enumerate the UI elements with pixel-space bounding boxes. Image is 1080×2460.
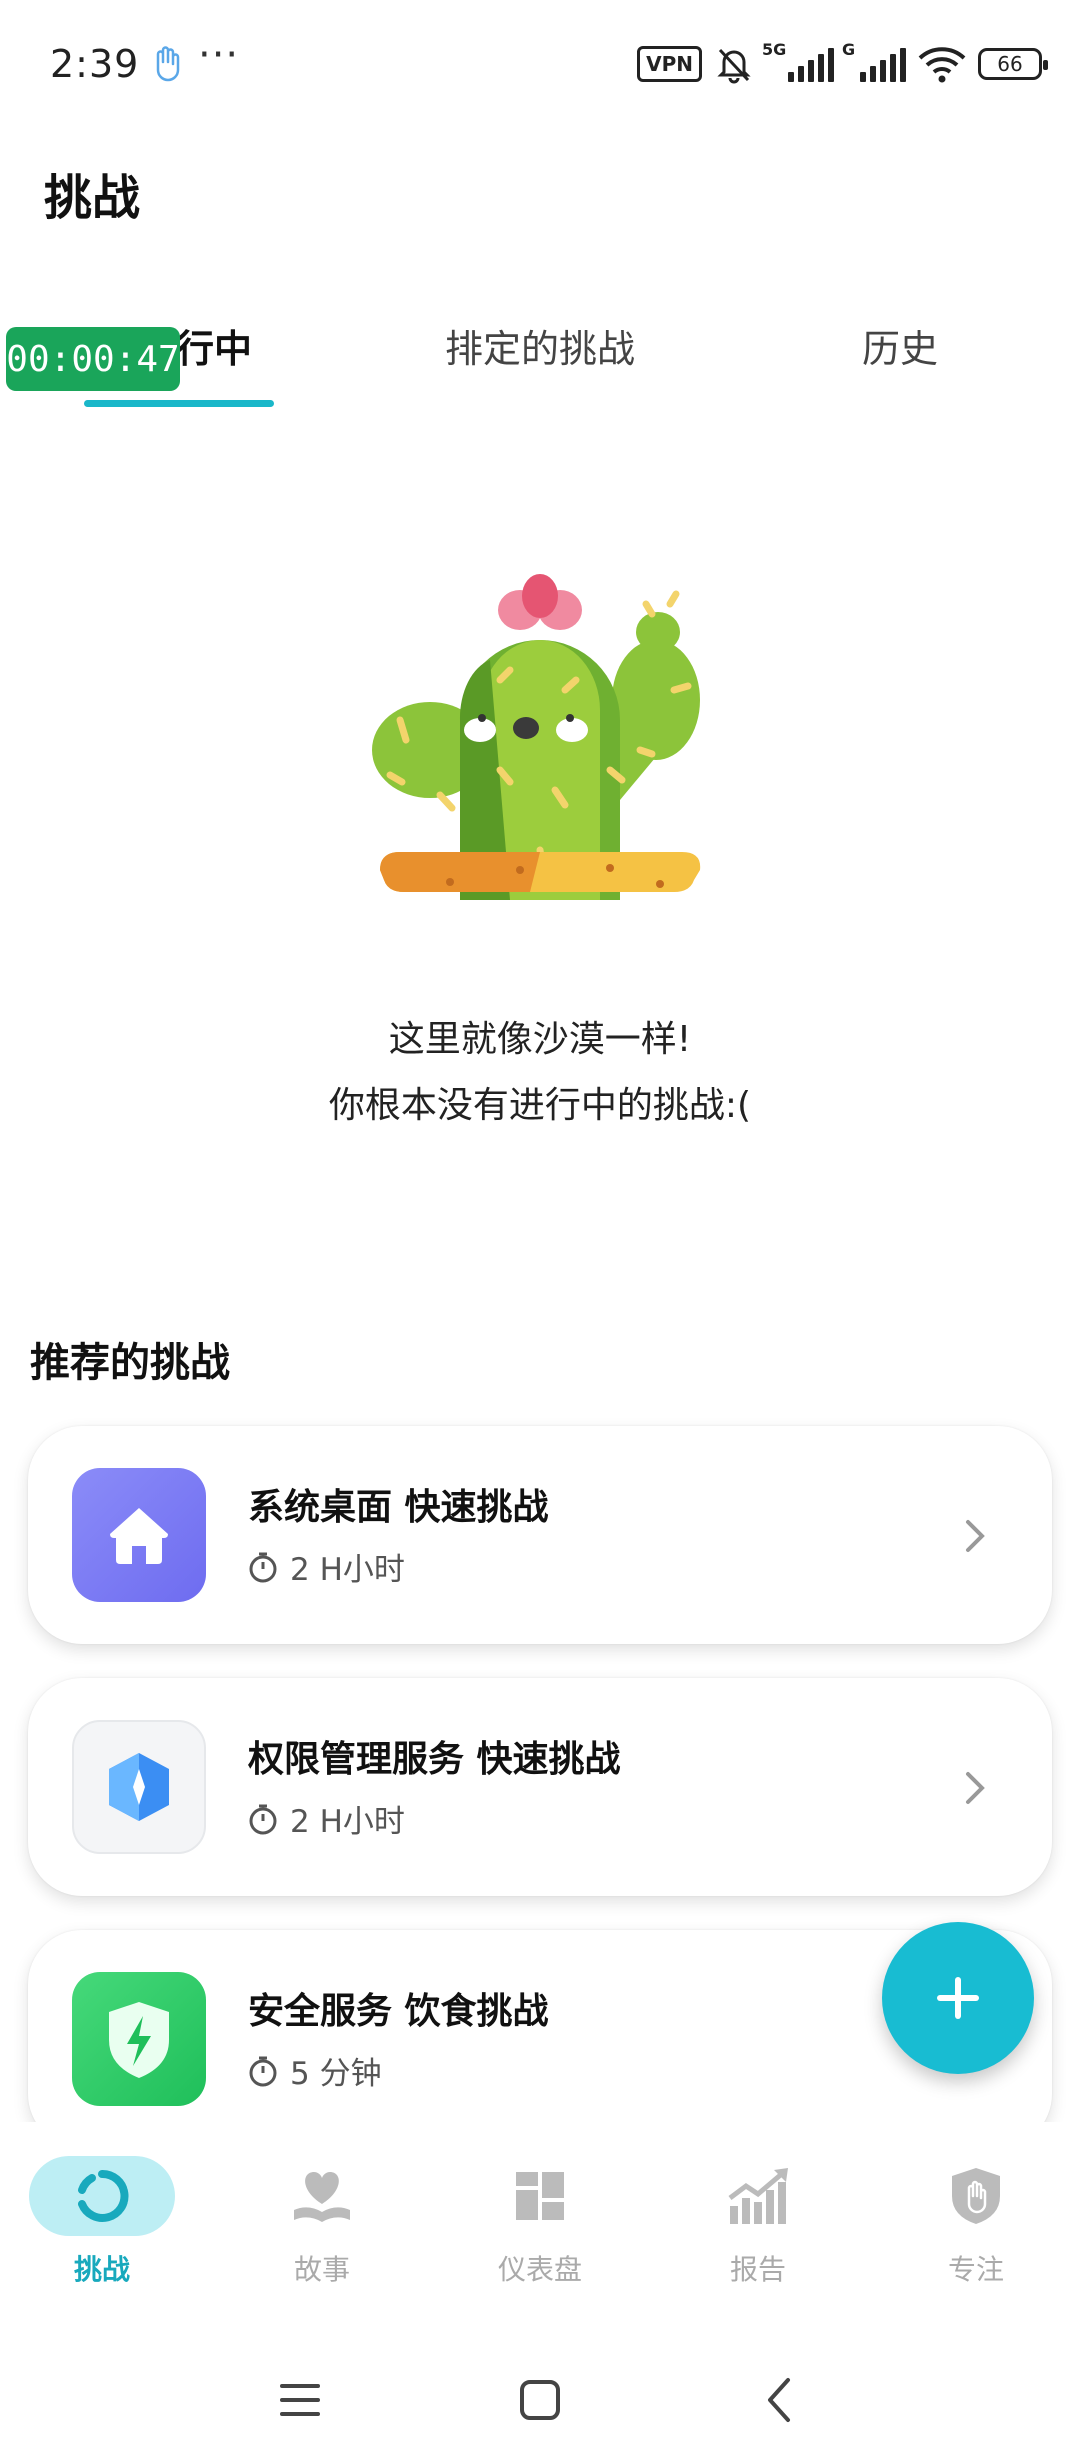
nav-stories[interactable]: 故事: [242, 2156, 402, 2288]
bottom-navigation: 挑战 故事 仪表盘 报告 专注: [0, 2122, 1080, 2302]
dashboard-icon: [516, 2172, 564, 2220]
back-icon[interactable]: [750, 2370, 810, 2430]
challenge-card[interactable]: 系统桌面 快速挑战 2 H小时: [28, 1426, 1052, 1644]
challenge-duration: 2 H小时: [248, 1796, 405, 1841]
recommended-title: 推荐的挑战: [30, 1340, 230, 1386]
chevron-right-icon: [966, 1520, 985, 1552]
tab-indicator: [84, 400, 274, 407]
challenge-card[interactable]: 权限管理服务 快速挑战 2 H小时: [28, 1678, 1052, 1896]
status-bar: 2:39 ··· VPN 5G G 66: [0, 0, 1080, 140]
cactus-illustration: [372, 574, 701, 900]
challenge-ring-icon: [78, 2169, 129, 2222]
empty-state-title: 这里就像沙漠一样!: [388, 1019, 692, 1060]
challenge-duration: 2 H小时: [248, 1544, 405, 1589]
heart-book-icon: [294, 2172, 350, 2222]
wifi-icon: [918, 47, 966, 83]
system-navigation: [0, 2340, 1080, 2460]
tab-history[interactable]: 历史: [830, 318, 970, 373]
page-title: 挑战: [44, 170, 141, 226]
chevron-right-icon: [966, 1772, 985, 1804]
shield-crystal-icon: [72, 1720, 206, 1854]
nav-challenges[interactable]: 挑战: [22, 2156, 182, 2288]
report-chart-icon: [728, 2168, 788, 2224]
timer-overlay[interactable]: 00:00:47: [6, 327, 180, 391]
vpn-icon: VPN: [637, 46, 702, 82]
home-button-icon[interactable]: [510, 2370, 570, 2430]
nav-reports[interactable]: 报告: [678, 2156, 838, 2288]
security-shield-icon: [72, 1972, 206, 2106]
menu-icon[interactable]: [270, 2370, 330, 2430]
hand-icon: [156, 46, 180, 82]
plus-icon: [937, 1977, 979, 2019]
more-notifications-icon: ···: [198, 32, 240, 78]
signal-icon: 5G: [762, 40, 834, 82]
home-icon: [72, 1468, 206, 1602]
stopwatch-icon: [249, 2056, 277, 2086]
nav-focus[interactable]: 专注: [896, 2156, 1056, 2288]
stopwatch-icon: [249, 1804, 277, 1834]
nav-dashboard[interactable]: 仪表盘: [460, 2156, 620, 2288]
status-time: 2:39: [50, 42, 140, 86]
challenge-title: 系统桌面 快速挑战: [248, 1487, 549, 1528]
add-challenge-button[interactable]: [882, 1922, 1034, 2074]
focus-shield-icon: [952, 2168, 1000, 2224]
challenge-duration: 5 分钟: [248, 2048, 382, 2093]
challenge-title: 安全服务 饮食挑战: [248, 1991, 549, 2032]
tab-scheduled[interactable]: 排定的挑战: [430, 318, 650, 373]
challenge-title: 权限管理服务 快速挑战: [248, 1739, 621, 1780]
signal-icon: G: [842, 40, 906, 82]
stopwatch-icon: [249, 1552, 277, 1582]
battery-icon: 66: [978, 48, 1048, 80]
empty-state-subtitle: 你根本没有进行中的挑战:(: [328, 1085, 752, 1126]
status-icons: VPN 5G G 66: [637, 40, 1048, 86]
mute-bell-icon: [717, 48, 751, 84]
